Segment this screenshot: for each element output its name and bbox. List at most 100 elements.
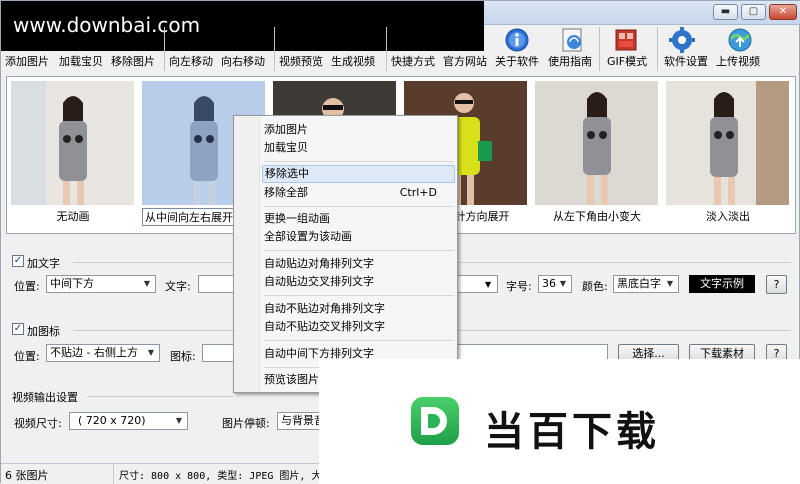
load-product-button[interactable]: 加载宝贝 — [59, 53, 103, 69]
remove-image-button[interactable]: 移除图片 — [111, 53, 155, 69]
chevron-down-icon: ▼ — [666, 279, 674, 288]
image-pause-label: 图片停顿: — [222, 417, 270, 430]
color-select[interactable]: 黑底白字 ▼ — [613, 275, 679, 293]
menu-item-noedge-cross-text[interactable]: 自动不贴边交叉排列文字 — [262, 318, 455, 336]
menu-item-apply-animation-all[interactable]: 全部设置为该动画 — [262, 228, 455, 246]
menu-gutter — [234, 116, 260, 392]
menu-item-add-image[interactable]: 添加图片 — [262, 121, 455, 139]
settings-gear-icon[interactable] — [669, 27, 695, 53]
software-settings-button[interactable]: 软件设置 — [664, 53, 708, 69]
thumbnail-photo — [666, 81, 789, 205]
video-size-select[interactable]: ( 720 x 720) ▼ — [69, 412, 188, 430]
minimize-button[interactable]: ▬ — [713, 4, 738, 20]
toolbar-separator — [599, 27, 600, 71]
menu-item-label: 自动贴边交叉排列文字 — [264, 275, 374, 288]
menu-item-label: 加载宝贝 — [264, 141, 308, 154]
close-button[interactable]: ✕ — [769, 4, 797, 20]
user-guide-button[interactable]: 使用指南 — [548, 53, 592, 69]
toolbar-separator — [164, 27, 165, 71]
video-size-label: 视频尺寸: — [14, 417, 62, 430]
menu-item-shortcut: Ctrl+D — [399, 186, 437, 199]
text-help-button[interactable]: ? — [766, 275, 787, 294]
thumbnail-1[interactable] — [11, 81, 134, 205]
menu-item-noedge-diagonal-text[interactable]: 自动不贴边对角排列文字 — [262, 300, 455, 318]
thumbnail-caption: 无动画 — [56, 210, 90, 223]
image-info: 尺寸: 800 x 800, 类型: JPEG 图片, 大小 — [119, 471, 332, 482]
thumbnail-caption: 淡入淡出 — [706, 210, 750, 223]
icon-position-select[interactable]: 不贴边 - 右侧上方 ▼ — [46, 344, 160, 362]
menu-item-label: 预览该图片 — [264, 373, 319, 386]
upload-globe-icon[interactable] — [727, 27, 753, 53]
toolbar-separator — [386, 27, 387, 71]
text-content-label: 文字: — [165, 280, 191, 293]
chevron-down-icon: ▼ — [485, 280, 492, 289]
font-size-select[interactable]: 36 ▼ — [538, 275, 572, 293]
add-text-checkbox[interactable]: ✓ — [12, 255, 24, 267]
video-size-value: ( 720 x 720) — [78, 414, 146, 427]
thumbnail-caption: 从中间向左右展开 — [142, 208, 234, 226]
chevron-down-icon: ▼ — [147, 348, 155, 357]
move-right-button[interactable]: 向右移动 — [221, 53, 265, 69]
guide-icon[interactable] — [560, 27, 586, 53]
icon-file-input[interactable] — [202, 344, 234, 362]
icon-position-value: 不贴边 - 右侧上方 — [50, 346, 138, 359]
add-text-label: 加文字 — [27, 257, 60, 270]
menu-item-edge-cross-text[interactable]: 自动贴边交叉排列文字 — [262, 273, 455, 291]
toolbar-separator — [657, 27, 658, 71]
icon-file-label: 图标: — [170, 350, 196, 363]
text-sample-preview: 文字示例 — [689, 275, 755, 293]
font-size-label: 字号: — [506, 280, 532, 293]
about-button[interactable]: 关于软件 — [495, 53, 539, 69]
image-pause-select[interactable]: 与背景音 — [277, 412, 323, 430]
text-position-value: 中间下方 — [50, 277, 94, 290]
menu-separator — [264, 206, 454, 207]
image-pause-value: 与背景音 — [281, 414, 323, 427]
menu-item-load-product[interactable]: 加载宝贝 — [262, 139, 455, 157]
text-position-select[interactable]: 中间下方 ▼ — [46, 275, 156, 293]
text-content-input-tail[interactable] — [458, 275, 498, 293]
color-value: 黑底白字 — [617, 277, 661, 290]
status-divider — [113, 464, 114, 484]
thumbnail-5[interactable] — [535, 81, 658, 205]
thumbnail-photo — [11, 81, 134, 205]
add-icon-checkbox[interactable]: ✓ — [12, 323, 24, 335]
official-site-button[interactable]: 官方网站 — [443, 53, 487, 69]
upload-video-button[interactable]: 上传视频 — [716, 53, 760, 69]
menu-item-label: 更换一组动画 — [264, 212, 330, 225]
menu-item-edge-diagonal-text[interactable]: 自动贴边对角排列文字 — [262, 255, 455, 273]
gif-mode-button[interactable]: GIF模式 — [607, 53, 647, 69]
info-icon[interactable] — [504, 27, 530, 53]
menu-item-label: 移除选中 — [265, 167, 309, 180]
maximize-button[interactable]: ▢ — [741, 4, 766, 20]
logo-text: 当百下载 — [484, 409, 660, 455]
video-preview-button[interactable]: 视频预览 — [279, 53, 323, 69]
menu-separator — [264, 250, 454, 251]
move-left-button[interactable]: 向左移动 — [169, 53, 213, 69]
toolbar-separator — [274, 27, 275, 71]
image-count: 6 张图片 — [5, 469, 49, 482]
gif-icon[interactable] — [614, 27, 640, 53]
menu-item-remove-all[interactable]: 移除全部 Ctrl+D — [262, 184, 455, 202]
text-content-input[interactable] — [198, 275, 234, 293]
site-logo-overlay: 当百下载 — [319, 359, 800, 484]
thumbnail-6[interactable] — [666, 81, 789, 205]
chevron-down-icon: ▼ — [559, 279, 567, 288]
group-divider — [87, 396, 233, 397]
shortcut-button[interactable]: 快捷方式 — [391, 53, 435, 69]
menu-item-label: 自动贴边对角排列文字 — [264, 257, 374, 270]
context-menu: 添加图片 加载宝贝 移除选中 移除全部 Ctrl+D 更换一组动画 全部设置为该动… — [233, 115, 458, 393]
color-label: 颜色: — [582, 280, 608, 293]
chevron-down-icon: ▼ — [143, 279, 151, 288]
menu-item-change-animation[interactable]: 更换一组动画 — [262, 210, 455, 228]
menu-item-label: 添加图片 — [264, 123, 308, 136]
menu-item-label: 自动不贴边交叉排列文字 — [264, 320, 385, 333]
generate-video-button[interactable]: 生成视频 — [331, 53, 375, 69]
logo-d-icon — [411, 397, 459, 445]
thumbnail-photo — [535, 81, 658, 205]
thumbnail-caption: 从左下角由小变大 — [553, 210, 641, 223]
add-image-button[interactable]: 添加图片 — [5, 53, 49, 69]
menu-separator — [264, 340, 454, 341]
menu-separator — [264, 295, 454, 296]
menu-item-remove-selected[interactable]: 移除选中 — [262, 165, 455, 183]
app-window: www.downbai.com ▬ ▢ ✕ 添加图片 加载宝贝 移除图片 向左移… — [0, 0, 800, 484]
